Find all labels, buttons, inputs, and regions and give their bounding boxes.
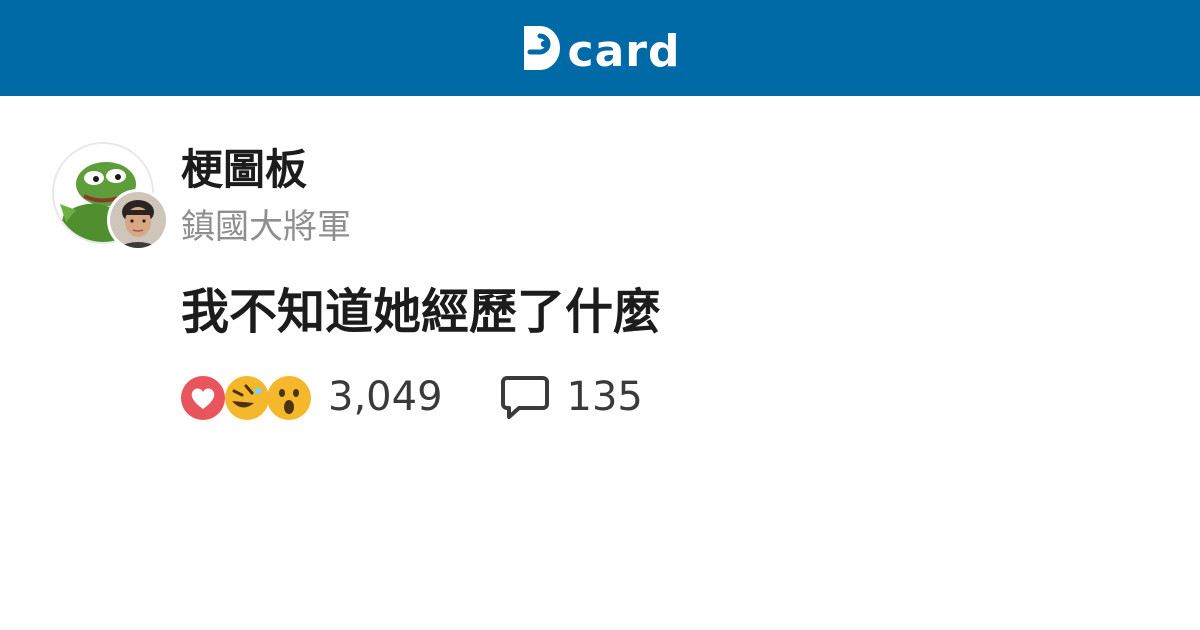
comment-bubble-icon[interactable] [499, 372, 551, 422]
brand-wordmark: card [567, 26, 681, 77]
forum-name[interactable]: 梗圖板 [181, 144, 307, 196]
heart-reaction-icon [180, 375, 226, 421]
dcard-logo[interactable]: card [520, 22, 681, 74]
wow-reaction-icon [266, 375, 312, 421]
reaction-count: 3,049 [328, 374, 443, 420]
comment-count: 135 [566, 374, 643, 420]
author-avatar[interactable] [107, 189, 169, 251]
author-name[interactable]: 鎮國大將軍 [181, 204, 351, 250]
user-photo-avatar [110, 192, 166, 248]
dcard-logo-icon [523, 26, 560, 70]
reaction-icons[interactable] [180, 373, 312, 421]
post-stats: 3,049 135 [180, 370, 643, 424]
laugh-reaction-icon [224, 375, 270, 421]
post-title[interactable]: 我不知道她經歷了什麼 [181, 280, 661, 344]
top-bar: card [0, 0, 1200, 96]
